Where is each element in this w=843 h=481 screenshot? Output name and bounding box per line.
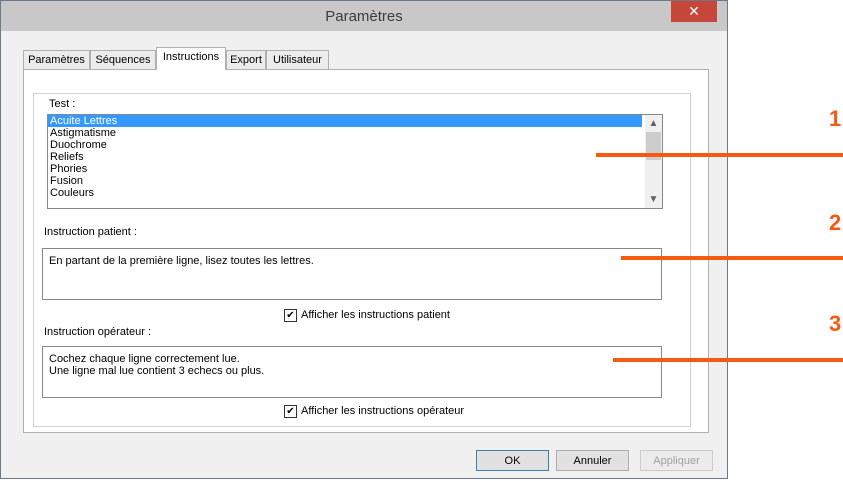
close-icon: ✕	[688, 3, 700, 19]
show-operator-instructions-label: Afficher les instructions opérateur	[301, 405, 465, 417]
close-button[interactable]: ✕	[671, 1, 717, 22]
list-item[interactable]: Reliefs	[48, 151, 662, 163]
tab-utilisateur[interactable]: Utilisateur	[266, 50, 329, 69]
operator-instruction-label: Instruction opérateur :	[44, 326, 152, 338]
tab-export[interactable]: Export	[226, 50, 266, 69]
cancel-button[interactable]: Annuler	[556, 450, 629, 471]
callout-line-1	[596, 153, 843, 157]
list-item[interactable]: Duochrome	[48, 139, 662, 151]
tab-parametres[interactable]: Paramètres	[23, 50, 90, 69]
show-patient-instructions-label: Afficher les instructions patient	[301, 309, 450, 321]
test-label: Test :	[49, 98, 76, 110]
list-item[interactable]: Phories	[48, 163, 662, 175]
apply-button[interactable]: Appliquer	[640, 450, 713, 471]
list-item[interactable]: Astigmatisme	[48, 127, 662, 139]
checkmark-icon[interactable]: ✔	[284, 309, 297, 322]
operator-instruction-field[interactable]: Cochez chaque ligne correctement lue. Un…	[42, 346, 662, 398]
test-listbox[interactable]: Acuite Lettres Astigmatisme Duochrome Re…	[47, 114, 663, 209]
tab-instructions[interactable]: Instructions	[156, 47, 226, 70]
list-item[interactable]: Fusion	[48, 175, 662, 187]
patient-instruction-label: Instruction patient :	[44, 226, 137, 238]
ok-button[interactable]: OK	[476, 450, 549, 471]
callout-line-3	[613, 358, 843, 362]
checkmark-icon[interactable]: ✔	[284, 405, 297, 418]
patient-instruction-field[interactable]: En partant de la première ligne, lisez t…	[42, 248, 662, 300]
window-title: Paramètres	[325, 8, 403, 25]
list-item[interactable]: Acuite Lettres	[48, 115, 642, 127]
chevron-down-icon[interactable]: ▼	[645, 191, 662, 208]
title-bar: Paramètres ✕	[1, 1, 727, 31]
callout-number-3: 3	[829, 311, 842, 336]
list-item[interactable]: Couleurs	[48, 187, 662, 199]
callout-line-2	[621, 256, 843, 260]
tab-sequences[interactable]: Séquences	[90, 50, 156, 69]
listbox-scrollbar[interactable]: ▲ ▼	[645, 115, 662, 208]
callout-number-1: 1	[829, 106, 842, 131]
chevron-up-icon[interactable]: ▲	[645, 115, 662, 132]
callout-number-2: 2	[829, 210, 842, 235]
